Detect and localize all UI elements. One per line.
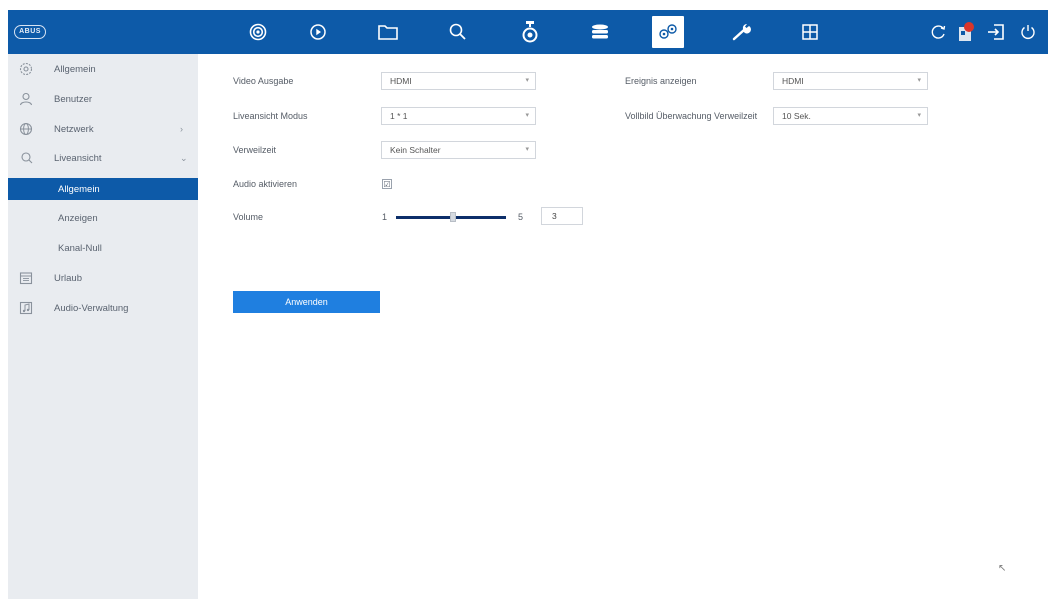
sidebar-subitem-anzeigen[interactable]: Anzeigen [8,207,198,229]
sidebar-item-netzwerk[interactable]: Netzwerk › [8,118,198,140]
dwell-time-select[interactable]: Kein Schalter ▾ [381,141,536,159]
chevron-down-icon: ▾ [917,112,921,119]
search-icon[interactable] [444,18,472,46]
sidebar-item-liveansicht[interactable]: Liveansicht ⌄ [8,147,198,169]
sidebar-item-allgemein[interactable]: Allgemein [8,58,198,80]
chevron-down-icon: ▾ [525,77,529,84]
calendar-icon [18,270,34,286]
live-view-icon[interactable] [244,18,272,46]
refresh-icon[interactable] [924,18,952,46]
abus-logo: ABUS [14,25,46,39]
layout-icon[interactable] [796,18,824,46]
video-output-value: HDMI [390,76,412,86]
playback-icon[interactable] [304,18,332,46]
maintenance-icon[interactable] [728,18,756,46]
sidebar-item-label: Benutzer [54,93,93,105]
chevron-right-icon: › [180,124,183,134]
dwell-time-label: Verweilzeit [233,145,277,155]
camera-icon[interactable] [516,18,544,46]
chevron-down-icon: ▾ [917,77,921,84]
settings-sidebar: Allgemein Benutzer Netzwerk › Liveansich… [8,54,198,599]
sidebar-item-label: Allgemein [54,63,96,75]
chevron-down-icon: ▾ [525,146,529,153]
sidebar-item-label: Netzwerk [54,123,94,135]
fullscreen-dwell-select[interactable]: 10 Sek. ▾ [773,107,928,125]
live-mode-label: Liveansicht Modus [233,111,308,121]
dwell-time-value: Kein Schalter [390,145,441,155]
settings-icon[interactable] [652,16,684,48]
sidebar-item-label: Liveansicht [54,152,102,164]
sidebar-item-urlaub[interactable]: Urlaub [8,267,198,289]
volume-label: Volume [233,212,264,222]
event-display-label: Ereignis anzeigen [625,76,697,86]
live-mode-select[interactable]: 1 * 1 ▾ [381,107,536,125]
volume-slider-handle[interactable] [450,212,456,222]
sidebar-item-audio-verwaltung[interactable]: Audio-Verwaltung [8,297,198,319]
video-output-select[interactable]: HDMI ▾ [381,72,536,90]
apply-button[interactable]: Anwenden [233,291,380,313]
chevron-down-icon: ⌄ [180,152,188,163]
audio-enable-label: Audio aktivieren [233,179,298,189]
event-display-value: HDMI [782,76,804,86]
volume-max-label: 5 [518,212,524,222]
volume-min-label: 1 [382,212,388,222]
sidebar-item-benutzer[interactable]: Benutzer [8,88,198,110]
folder-icon[interactable] [374,18,402,46]
live-mode-value: 1 * 1 [390,111,408,121]
settings-content: Video Ausgabe HDMI ▾ Liveansicht Modus 1… [198,54,1048,599]
chevron-down-icon: ▾ [525,112,529,119]
user-icon [18,91,34,107]
fullscreen-dwell-value: 10 Sek. [782,111,811,121]
volume-input[interactable]: 3 [541,207,583,225]
logout-icon[interactable] [982,18,1010,46]
mouse-cursor-icon: ↖ [998,563,1007,574]
globe-icon [18,121,34,137]
audio-icon [18,300,34,316]
sidebar-item-label: Urlaub [54,272,82,284]
gear-icon [18,61,34,77]
sidebar-item-label: Anzeigen [58,212,98,224]
audio-enable-checkbox[interactable]: ☑ [382,179,392,189]
volume-value: 3 [552,211,557,221]
sidebar-subitem-allgemein[interactable]: Allgemein [8,178,198,200]
sidebar-item-label: Kanal-Null [58,242,102,254]
alarm-icon[interactable] [952,18,980,46]
event-display-select[interactable]: HDMI ▾ [773,72,928,90]
sidebar-subitem-kanal-null[interactable]: Kanal-Null [8,237,198,259]
power-icon[interactable] [1014,18,1042,46]
sidebar-item-label: Audio-Verwaltung [54,302,129,314]
fullscreen-dwell-label: Vollbild Überwachung Verweilzeit [625,111,758,121]
sidebar-item-label: Allgemein [58,183,100,195]
storage-icon[interactable] [586,18,614,46]
top-navigation-bar: ABUS [8,10,1048,54]
video-output-label: Video Ausgabe [233,76,294,86]
live-view-icon [18,150,34,166]
